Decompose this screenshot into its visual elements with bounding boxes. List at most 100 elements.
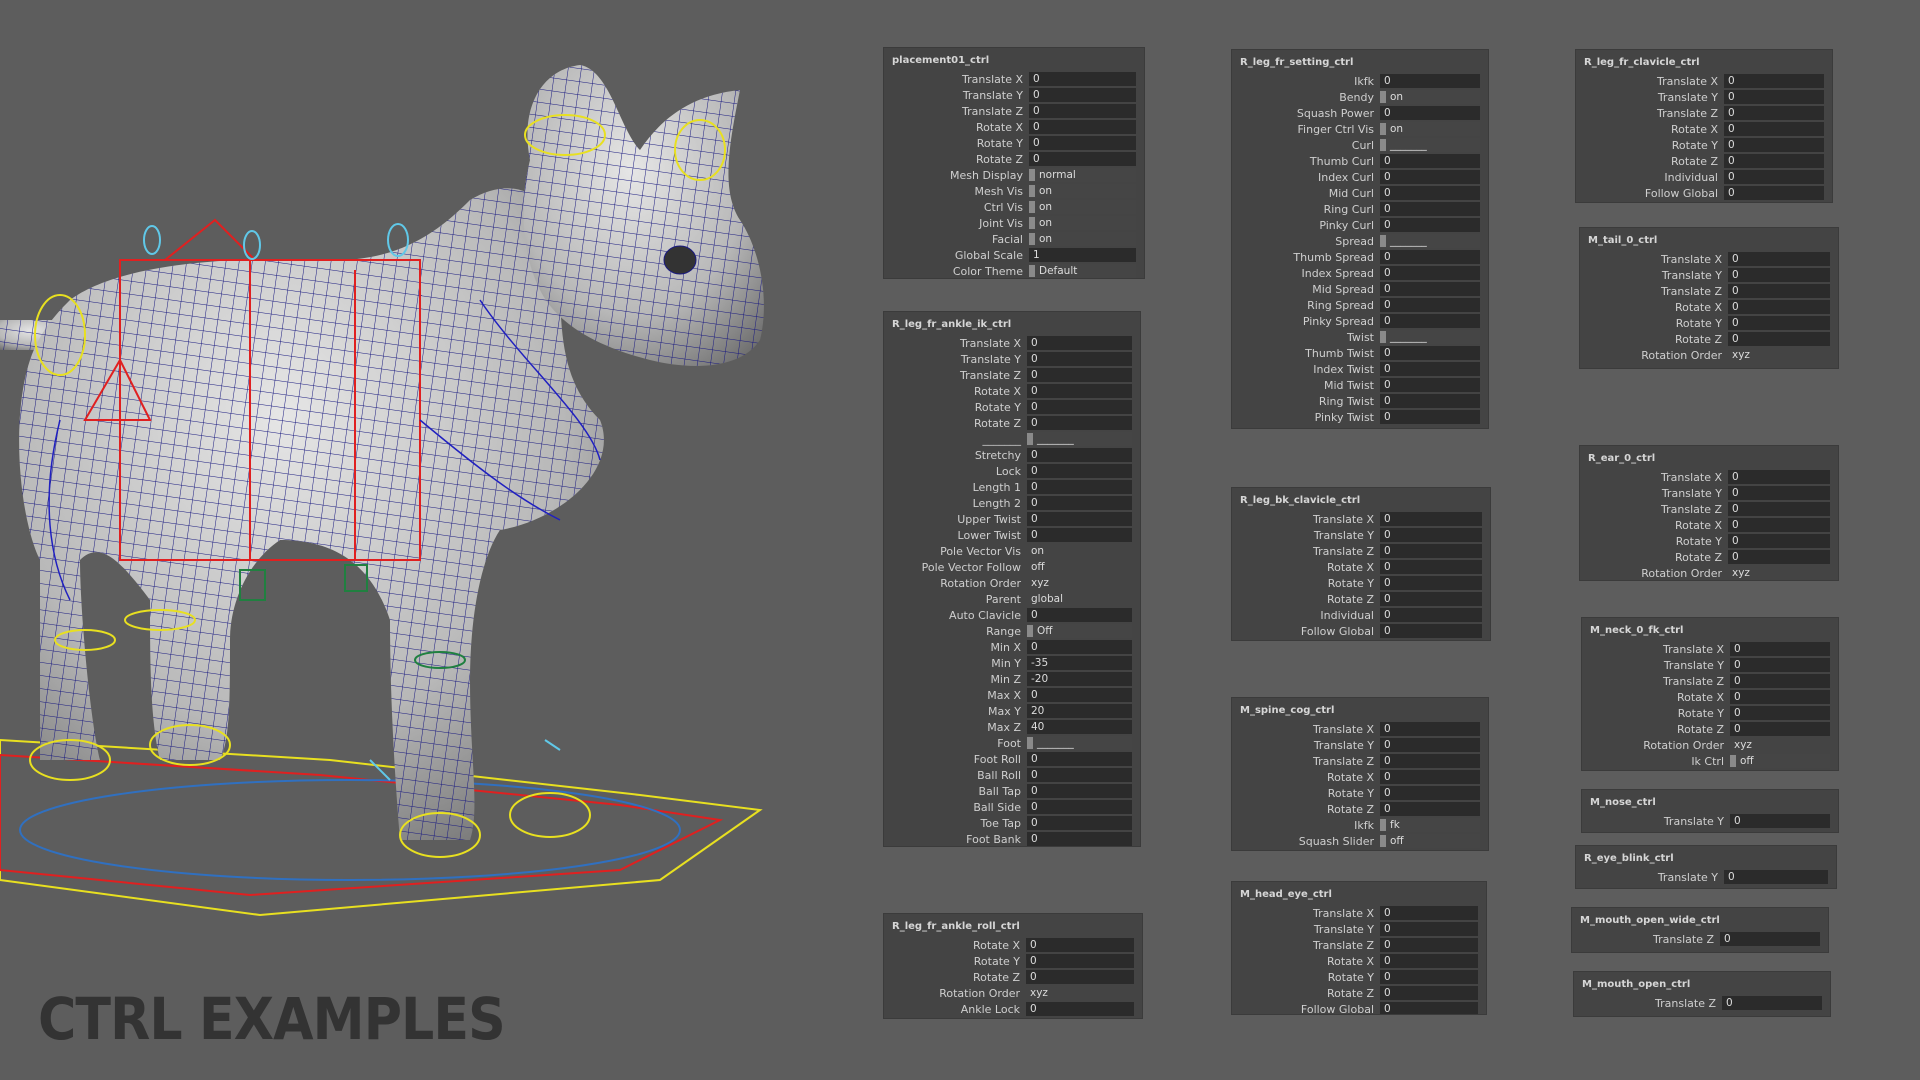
channel-value-field[interactable]: 0 (1026, 1002, 1134, 1016)
channel-row[interactable]: Thumb Spread 0 (1240, 249, 1480, 265)
channel-value-field[interactable]: 20 (1027, 704, 1132, 718)
cat-rig-viewport[interactable] (0, 0, 880, 1080)
channel-row[interactable]: Twist _______ (1240, 329, 1480, 345)
channel-value-field[interactable]: 0 (1380, 394, 1480, 408)
channel-value-field[interactable]: 0 (1724, 870, 1828, 884)
channel-row[interactable]: Rotate Y 0 (1240, 969, 1478, 985)
channel-row[interactable]: Translate Z 0 (1240, 937, 1478, 953)
channel-value-field[interactable]: 0 (1027, 816, 1132, 830)
channel-row[interactable]: _______ _______ (892, 431, 1132, 447)
channel-value-field[interactable]: 0 (1026, 938, 1134, 952)
channel-row[interactable]: Translate Y 0 (892, 87, 1136, 103)
channel-value-field[interactable]: 0 (1027, 480, 1132, 494)
channel-value-field[interactable]: 0 (1728, 470, 1830, 484)
channel-value-field[interactable]: 0 (1728, 550, 1830, 564)
channel-value-field[interactable]: 0 (1730, 690, 1830, 704)
channel-row[interactable]: Translate X 0 (1240, 905, 1478, 921)
ground-ctrl[interactable] (0, 738, 763, 917)
channel-value-field[interactable]: 0 (1380, 282, 1480, 296)
channel-row[interactable]: Pinky Spread 0 (1240, 313, 1480, 329)
channel-value-field[interactable]: Off (1027, 624, 1132, 638)
channel-value-field[interactable]: 0 (1027, 752, 1132, 766)
channel-row[interactable]: Rotate Z 0 (1588, 549, 1830, 565)
channel-value-field[interactable]: 0 (1380, 346, 1480, 360)
channel-row[interactable]: Rotate Z 0 (892, 969, 1134, 985)
channel-row[interactable]: Rotate X 0 (892, 937, 1134, 953)
channel-value-field[interactable]: 0 (1724, 90, 1824, 104)
channel-value-field[interactable]: on (1029, 200, 1136, 214)
channel-value-field[interactable]: global (1027, 592, 1132, 606)
channel-row[interactable]: Range Off (892, 623, 1132, 639)
channel-value-field[interactable]: 0 (1380, 560, 1482, 574)
channel-row[interactable]: Pole Vector Vis on (892, 543, 1132, 559)
channel-row[interactable]: Ball Side 0 (892, 799, 1132, 815)
channel-value-field[interactable]: 0 (1027, 528, 1132, 542)
channel-value-field[interactable]: 0 (1724, 122, 1824, 136)
channel-row[interactable]: Ik Ctrl off (1590, 753, 1830, 769)
channel-value-field[interactable]: xyz (1728, 566, 1830, 580)
channel-value-field[interactable]: 0 (1724, 170, 1824, 184)
channel-value-field[interactable]: 0 (1026, 954, 1134, 968)
channel-row[interactable]: Follow Global 0 (1240, 623, 1482, 639)
channel-value-field[interactable]: on (1380, 122, 1480, 136)
channel-row[interactable]: Rotation Order xyz (892, 985, 1134, 1001)
channel-row[interactable]: Max X 0 (892, 687, 1132, 703)
channel-value-field[interactable]: 0 (1380, 592, 1482, 606)
channel-row[interactable]: Max Y 20 (892, 703, 1132, 719)
channel-row[interactable]: Pinky Twist 0 (1240, 409, 1480, 425)
channel-row[interactable]: Translate Z 0 (892, 367, 1132, 383)
channel-value-field[interactable]: 0 (1728, 300, 1830, 314)
channel-row[interactable]: Translate X 0 (1588, 469, 1830, 485)
channel-value-field[interactable]: 0 (1380, 738, 1480, 752)
channel-value-field[interactable]: 0 (1027, 400, 1132, 414)
channel-value-field[interactable]: normal (1029, 168, 1136, 182)
channel-value-field[interactable]: 0 (1728, 268, 1830, 282)
channel-value-field[interactable]: 0 (1027, 496, 1132, 510)
channel-value-field[interactable]: 0 (1730, 722, 1830, 736)
channel-row[interactable]: Rotate Y 0 (1584, 137, 1824, 153)
channel-row[interactable]: Pole Vector Follow off (892, 559, 1132, 575)
channel-row[interactable]: Length 2 0 (892, 495, 1132, 511)
channel-row[interactable]: Rotate X 0 (1240, 769, 1480, 785)
channel-value-field[interactable]: 0 (1720, 932, 1820, 946)
channel-value-field[interactable]: 0 (1027, 688, 1132, 702)
channel-value-field[interactable]: off (1730, 754, 1830, 768)
channel-row[interactable]: Min Z -20 (892, 671, 1132, 687)
channel-value-field[interactable]: 0 (1380, 954, 1478, 968)
channel-value-field[interactable]: 0 (1728, 518, 1830, 532)
channel-row[interactable]: Min X 0 (892, 639, 1132, 655)
channel-row[interactable]: Rotate Z 0 (1240, 985, 1478, 1001)
channel-value-field[interactable]: 0 (1029, 152, 1136, 166)
channel-value-field[interactable]: 0 (1724, 138, 1824, 152)
channel-row[interactable]: Squash Power 0 (1240, 105, 1480, 121)
channel-value-field[interactable]: xyz (1728, 348, 1830, 362)
channel-row[interactable]: Rotate X 0 (1240, 953, 1478, 969)
channel-value-field[interactable]: 0 (1027, 336, 1132, 350)
channel-row[interactable]: Translate Y 0 (1240, 527, 1482, 543)
channel-row[interactable]: Color Theme Default (892, 263, 1136, 278)
channel-row[interactable]: Translate Y 0 (1240, 921, 1478, 937)
channel-row[interactable]: Thumb Curl 0 (1240, 153, 1480, 169)
channel-row[interactable]: Translate Y 0 (1588, 267, 1830, 283)
channel-value-field[interactable]: xyz (1730, 738, 1830, 752)
channel-value-field[interactable]: 0 (1724, 106, 1824, 120)
channel-value-field[interactable]: 0 (1027, 416, 1132, 430)
channel-row[interactable]: Facial on (892, 231, 1136, 247)
channel-row[interactable]: Toe Tap 0 (892, 815, 1132, 831)
channel-row[interactable]: Translate Z 0 (1240, 753, 1480, 769)
channel-value-field[interactable]: 0 (1380, 250, 1480, 264)
channel-value-field[interactable]: 0 (1380, 218, 1480, 232)
channel-row[interactable]: Rotate X 0 (892, 383, 1132, 399)
channel-value-field[interactable]: 0 (1027, 464, 1132, 478)
channel-value-field[interactable]: 0 (1027, 384, 1132, 398)
channel-value-field[interactable]: 0 (1730, 658, 1830, 672)
channel-value-field[interactable]: xyz (1027, 576, 1132, 590)
channel-value-field[interactable]: 0 (1728, 502, 1830, 516)
channel-row[interactable]: Pinky Curl 0 (1240, 217, 1480, 233)
channel-row[interactable]: Translate Z 0 (892, 103, 1136, 119)
channel-value-field[interactable]: 0 (1380, 202, 1480, 216)
channel-row[interactable]: Translate Z 0 (1588, 283, 1830, 299)
channel-row[interactable]: Follow Global 0 (1240, 1001, 1478, 1014)
channel-value-field[interactable]: 0 (1380, 74, 1480, 88)
channel-row[interactable]: Stretchy 0 (892, 447, 1132, 463)
